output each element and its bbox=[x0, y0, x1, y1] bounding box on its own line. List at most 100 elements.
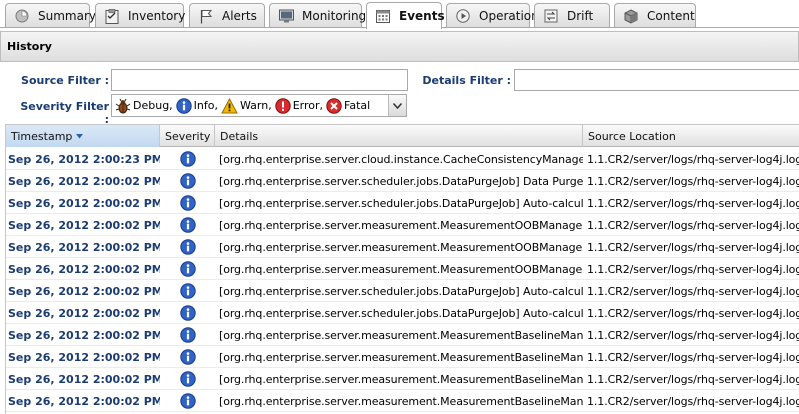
severity-option-error: Error, bbox=[275, 97, 323, 114]
severity-option-info: Info, bbox=[175, 97, 218, 114]
tab-operations[interactable]: Operations bbox=[446, 3, 545, 28]
tab-label: Drift bbox=[567, 9, 594, 23]
info-icon bbox=[179, 349, 196, 365]
history-header: History bbox=[0, 31, 799, 62]
tab-inventory[interactable]: Inventory bbox=[95, 3, 186, 28]
table-row[interactable]: Sep 26, 2012 2:00:02 PM [org.rhq.enterpr… bbox=[6, 236, 799, 258]
monitor-icon bbox=[278, 8, 294, 24]
severity-cell bbox=[160, 192, 215, 214]
tab-label: Summary bbox=[38, 9, 96, 23]
column-header-timestamp[interactable]: Timestamp bbox=[6, 125, 160, 147]
source-filter-input[interactable] bbox=[111, 69, 408, 91]
details-filter-input[interactable] bbox=[514, 69, 799, 91]
package-icon bbox=[623, 8, 639, 24]
timestamp-cell: Sep 26, 2012 2:00:02 PM bbox=[8, 328, 160, 342]
column-label: Severity bbox=[165, 129, 211, 143]
source-cell: 1.1.CR2/server/logs/rhq-server-log4j.log bbox=[587, 394, 799, 408]
details-cell: [org.rhq.enterprise.server.measurement.M… bbox=[219, 328, 583, 342]
table-row[interactable]: Sep 26, 2012 2:00:02 PM [org.rhq.enterpr… bbox=[6, 390, 799, 412]
info-icon bbox=[175, 97, 192, 114]
timestamp-cell: Sep 26, 2012 2:00:02 PM bbox=[8, 218, 160, 232]
table-row[interactable]: Sep 26, 2012 2:00:02 PM [org.rhq.enterpr… bbox=[6, 280, 799, 302]
source-cell: 1.1.CR2/server/logs/rhq-server-log4j.log bbox=[587, 350, 799, 364]
details-cell: [org.rhq.enterprise.server.scheduler.job… bbox=[219, 306, 583, 320]
warning-icon bbox=[221, 97, 238, 113]
severity-option-fatal: Fatal bbox=[326, 97, 371, 114]
info-icon bbox=[179, 195, 196, 211]
timestamp-cell: Sep 26, 2012 2:00:02 PM bbox=[8, 306, 160, 320]
tab-events[interactable]: Events bbox=[366, 2, 445, 29]
table-row[interactable]: Sep 26, 2012 2:00:02 PM [org.rhq.enterpr… bbox=[6, 368, 799, 390]
table-row[interactable]: Sep 26, 2012 2:00:02 PM [org.rhq.enterpr… bbox=[6, 170, 799, 192]
tab-drift[interactable]: Drift bbox=[534, 3, 610, 28]
column-header-details[interactable]: Details bbox=[215, 125, 583, 147]
source-cell: 1.1.CR2/server/logs/rhq-server-log4j.log bbox=[587, 372, 799, 386]
source-cell: 1.1.CR2/server/logs/rhq-server-log4j.log bbox=[587, 328, 799, 342]
severity-cell bbox=[160, 258, 215, 280]
tab-label: Alerts bbox=[222, 9, 257, 23]
severity-cell bbox=[160, 170, 215, 192]
tab-label: Monitoring bbox=[302, 9, 367, 23]
error-icon bbox=[275, 97, 291, 114]
timestamp-cell: Sep 26, 2012 2:00:23 PM bbox=[8, 152, 160, 166]
column-label: Source Location bbox=[588, 129, 676, 143]
severity-label: Debug, bbox=[133, 99, 173, 112]
tab-label: Inventory bbox=[128, 9, 186, 23]
drift-icon bbox=[543, 8, 559, 24]
tab-monitoring[interactable]: Monitoring bbox=[269, 3, 366, 28]
tab-label: Content bbox=[647, 9, 695, 23]
timestamp-cell: Sep 26, 2012 2:00:02 PM bbox=[8, 262, 160, 276]
tab-content[interactable]: Content bbox=[614, 3, 696, 28]
table-row[interactable]: Sep 26, 2012 2:00:02 PM [org.rhq.enterpr… bbox=[6, 258, 799, 280]
severity-cell bbox=[160, 280, 215, 302]
details-cell: [org.rhq.enterprise.server.measurement.M… bbox=[219, 394, 583, 408]
severity-cell bbox=[160, 236, 215, 258]
severity-label: Fatal bbox=[344, 99, 371, 112]
severity-filter-select[interactable]: Debug, Info, Warn, Error, Fatal bbox=[111, 94, 407, 117]
column-header-severity[interactable]: Severity bbox=[160, 125, 215, 147]
info-icon bbox=[179, 305, 196, 321]
timestamp-cell: Sep 26, 2012 2:00:02 PM bbox=[8, 240, 160, 254]
details-cell: [org.rhq.enterprise.server.measurement.M… bbox=[219, 350, 583, 364]
info-icon bbox=[179, 217, 196, 233]
source-cell: 1.1.CR2/server/logs/rhq-server-log4j.log bbox=[587, 306, 799, 320]
source-cell: 1.1.CR2/server/logs/rhq-server-log4j.log bbox=[587, 196, 799, 210]
inventory-icon bbox=[104, 8, 120, 24]
info-icon bbox=[179, 173, 196, 189]
details-filter-label: Details Filter : bbox=[422, 74, 511, 87]
tab-alerts[interactable]: Alerts bbox=[189, 3, 265, 28]
sort-descending-icon bbox=[76, 133, 84, 138]
timestamp-cell: Sep 26, 2012 2:00:02 PM bbox=[8, 174, 160, 188]
timestamp-cell: Sep 26, 2012 2:00:02 PM bbox=[8, 284, 160, 298]
details-cell: [org.rhq.enterprise.server.measurement.M… bbox=[219, 372, 583, 386]
details-cell: [org.rhq.enterprise.server.scheduler.job… bbox=[219, 196, 583, 210]
source-cell: 1.1.CR2/server/logs/rhq-server-log4j.log bbox=[587, 240, 799, 254]
table-row[interactable]: Sep 26, 2012 2:00:02 PM [org.rhq.enterpr… bbox=[6, 324, 799, 346]
source-cell: 1.1.CR2/server/logs/rhq-server-log4j.log bbox=[587, 152, 799, 166]
severity-cell bbox=[160, 214, 215, 236]
info-icon bbox=[179, 283, 196, 299]
tab-summary[interactable]: Summary bbox=[5, 3, 96, 28]
info-icon bbox=[179, 327, 196, 343]
summary-icon bbox=[14, 8, 30, 24]
info-icon bbox=[179, 371, 196, 387]
timestamp-cell: Sep 26, 2012 2:00:02 PM bbox=[8, 196, 160, 210]
dropdown-button[interactable] bbox=[388, 95, 406, 116]
table-row[interactable]: Sep 26, 2012 2:00:02 PM [org.rhq.enterpr… bbox=[6, 346, 799, 368]
severity-cell bbox=[160, 148, 215, 170]
severity-cell bbox=[160, 390, 215, 412]
column-header-source[interactable]: Source Location bbox=[583, 125, 799, 147]
source-filter-label: Source Filter : bbox=[21, 74, 109, 87]
tab-bar: Summary Inventory Alerts Monitoring Even… bbox=[0, 0, 799, 29]
info-icon bbox=[179, 393, 196, 409]
flag-icon bbox=[198, 8, 214, 24]
severity-cell bbox=[160, 368, 215, 390]
table-row[interactable]: Sep 26, 2012 2:00:02 PM [org.rhq.enterpr… bbox=[6, 214, 799, 236]
info-icon bbox=[179, 261, 196, 277]
source-cell: 1.1.CR2/server/logs/rhq-server-log4j.log bbox=[587, 174, 799, 188]
table-row[interactable]: Sep 26, 2012 2:00:02 PM [org.rhq.enterpr… bbox=[6, 192, 799, 214]
source-cell: 1.1.CR2/server/logs/rhq-server-log4j.log bbox=[587, 262, 799, 276]
severity-option-warn: Warn, bbox=[221, 97, 272, 114]
table-row[interactable]: Sep 26, 2012 2:00:02 PM [org.rhq.enterpr… bbox=[6, 302, 799, 324]
table-row[interactable]: Sep 26, 2012 2:00:23 PM [org.rhq.enterpr… bbox=[6, 148, 799, 170]
